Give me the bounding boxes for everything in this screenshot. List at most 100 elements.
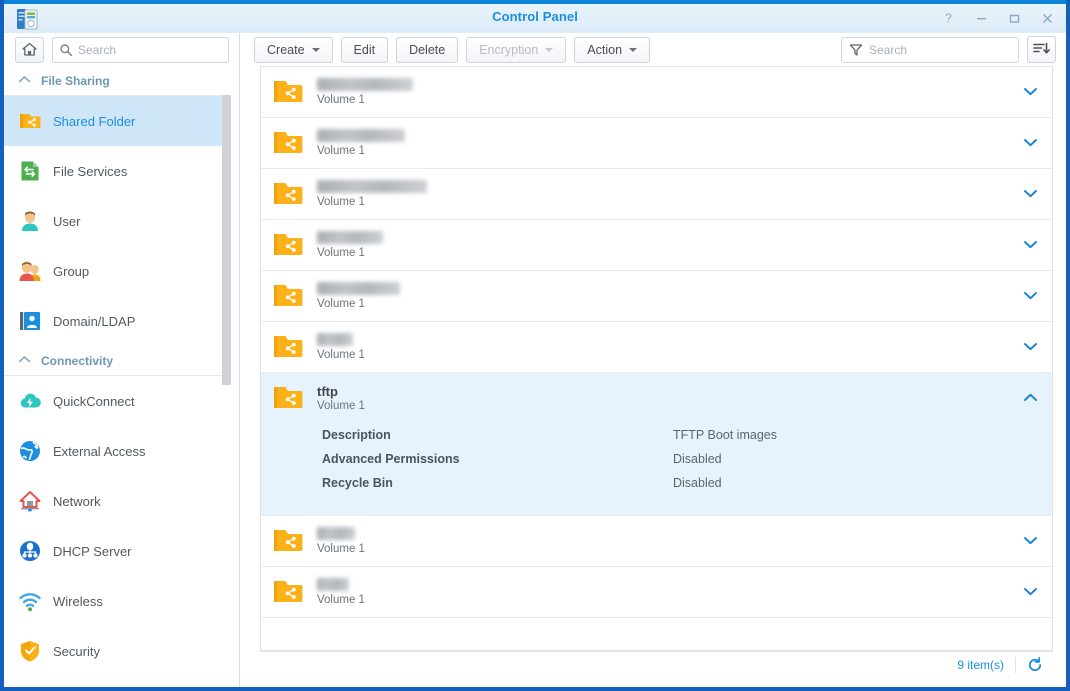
row-text: tftp Volume 1 <box>317 384 365 412</box>
chevron-up-icon <box>18 75 31 87</box>
sidebar-item-network[interactable]: Network <box>4 476 227 526</box>
table-row[interactable]: Volume 1 <box>261 271 1052 322</box>
chevron-down-icon <box>545 47 554 52</box>
external-access-icon <box>18 439 42 463</box>
sidebar-item-external-access[interactable]: External Access <box>4 426 227 476</box>
row-header[interactable]: Volume 1 <box>261 516 1052 566</box>
shared-folder-name <box>317 333 353 346</box>
shared-folder-icon <box>274 528 303 554</box>
table-row[interactable]: Volume 1 <box>261 220 1052 271</box>
domain-ldap-icon <box>18 309 42 333</box>
row-text: Volume 1 <box>317 578 365 606</box>
list-statusbar: 9 item(s) <box>260 651 1053 678</box>
row-text: Volume 1 <box>317 78 413 106</box>
shared-folder-icon <box>274 232 303 258</box>
sidebar-item-wireless[interactable]: Wireless <box>4 576 227 626</box>
status-divider <box>1015 657 1016 673</box>
row-header[interactable]: Volume 1 <box>261 118 1052 168</box>
table-row[interactable]: Volume 1 <box>261 67 1052 118</box>
sidebar-item-security[interactable]: Security <box>4 626 227 676</box>
row-volume: Volume 1 <box>317 543 365 555</box>
chevron-down-icon[interactable] <box>1023 85 1038 100</box>
sidebar-item-label: External Access <box>53 443 146 459</box>
table-row[interactable]: Volume 1 <box>261 516 1052 567</box>
shared-folder-name <box>317 527 355 540</box>
chevron-down-icon[interactable] <box>1023 289 1038 304</box>
shared-folder-icon <box>274 181 303 207</box>
detail-label: Description <box>322 428 391 442</box>
sidebar-item-label: Shared Folder <box>53 113 136 129</box>
chevron-up-icon[interactable] <box>1023 391 1038 406</box>
chevron-down-icon[interactable] <box>1023 534 1038 549</box>
sidebar-item-shared-folder[interactable]: Shared Folder <box>4 96 227 146</box>
list-search-input[interactable]: Search <box>841 36 1019 63</box>
chevron-down-icon[interactable] <box>1023 136 1038 151</box>
table-row[interactable]: tftp Volume 1 Description TFTP Boot imag… <box>261 373 1052 516</box>
row-volume: Volume 1 <box>317 400 365 412</box>
row-volume: Volume 1 <box>317 94 365 106</box>
shared-folder-icon <box>274 283 303 309</box>
sidebar-group-connectivity[interactable]: Connectivity <box>4 346 227 376</box>
sidebar: Search File Sharing Shared Folder File S… <box>4 33 240 687</box>
sidebar-item-group[interactable]: Group <box>4 246 227 296</box>
sidebar-scrollbar-thumb[interactable] <box>222 95 231 385</box>
chevron-down-icon[interactable] <box>1023 585 1038 600</box>
minimize-button[interactable] <box>973 10 990 27</box>
encryption-button-label: Encryption <box>479 42 539 57</box>
sidebar-item-label: Domain/LDAP <box>53 313 136 329</box>
table-row[interactable]: Volume 1 <box>261 322 1052 373</box>
home-button[interactable] <box>15 36 44 63</box>
row-header[interactable]: tftp Volume 1 <box>261 373 1052 423</box>
sidebar-search-input[interactable]: Search <box>52 36 229 63</box>
table-row[interactable]: Volume 1 <box>261 169 1052 220</box>
sidebar-item-quickconnect[interactable]: QuickConnect <box>4 376 227 426</box>
detail-label: Recycle Bin <box>322 476 393 490</box>
create-button[interactable]: Create <box>254 36 333 63</box>
detail-line: Recycle Bin Disabled <box>322 471 1052 495</box>
action-button-label: Action <box>587 42 623 57</box>
sidebar-item-label: Security <box>53 643 100 659</box>
chevron-down-icon[interactable] <box>1023 340 1038 355</box>
row-header[interactable]: Volume 1 <box>261 169 1052 219</box>
sort-descending-icon <box>1033 42 1050 54</box>
main-content: Create Edit Delete Encryption Action Sea… <box>240 33 1066 687</box>
table-row[interactable]: Volume 1 <box>261 118 1052 169</box>
detail-value: Disabled <box>673 476 722 490</box>
action-button[interactable]: Action <box>574 36 651 63</box>
security-icon <box>18 639 42 663</box>
sidebar-item-label: Network <box>53 493 101 509</box>
row-header[interactable]: Volume 1 <box>261 567 1052 617</box>
chevron-down-icon[interactable] <box>1023 238 1038 253</box>
shared-folder-name: tftp <box>317 384 338 399</box>
table-row[interactable]: Volume 1 <box>261 567 1052 618</box>
close-button[interactable] <box>1039 10 1056 27</box>
sidebar-item-dhcp-server[interactable]: DHCP Server <box>4 526 227 576</box>
user-icon <box>18 209 42 233</box>
row-volume: Volume 1 <box>317 196 365 208</box>
svg-text:?: ? <box>945 12 952 25</box>
edit-button[interactable]: Edit <box>340 36 389 63</box>
search-icon <box>60 43 73 56</box>
help-button[interactable]: ? <box>940 10 957 27</box>
sort-button[interactable] <box>1027 36 1056 63</box>
shared-folder-name <box>317 78 413 91</box>
row-text: Volume 1 <box>317 231 383 259</box>
maximize-button[interactable] <box>1006 10 1023 27</box>
sidebar-item-file-services[interactable]: File Services <box>4 146 227 196</box>
row-volume: Volume 1 <box>317 594 365 606</box>
chevron-down-icon[interactable] <box>1023 187 1038 202</box>
delete-button[interactable]: Delete <box>396 36 459 63</box>
sidebar-group-file-sharing[interactable]: File Sharing <box>4 66 227 96</box>
list-search-placeholder: Search <box>869 42 908 57</box>
wireless-icon <box>18 589 42 613</box>
row-header[interactable]: Volume 1 <box>261 67 1052 117</box>
row-header[interactable]: Volume 1 <box>261 220 1052 270</box>
row-header[interactable]: Volume 1 <box>261 322 1052 372</box>
file-services-icon <box>18 159 42 183</box>
sidebar-item-domain-ldap[interactable]: Domain/LDAP <box>4 296 227 346</box>
detail-line: Description TFTP Boot images <box>322 423 1052 447</box>
row-text: Volume 1 <box>317 180 427 208</box>
row-header[interactable]: Volume 1 <box>261 271 1052 321</box>
sidebar-item-user[interactable]: User <box>4 196 227 246</box>
refresh-button[interactable] <box>1027 657 1043 673</box>
